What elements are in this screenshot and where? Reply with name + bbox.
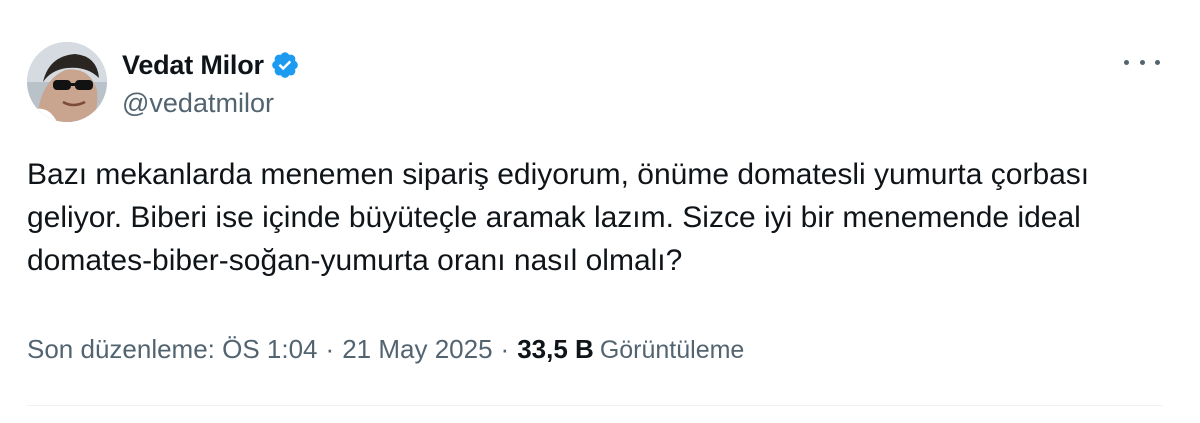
user-handle[interactable]: @vedatmilor [122,88,300,119]
avatar-photo [27,42,107,122]
meta-separator: · [500,334,510,364]
verified-badge-icon[interactable] [270,50,300,80]
views-label: Görüntüleme [599,336,745,364]
views-count: 33,5 B [517,334,594,364]
dot [1155,59,1160,65]
dot [1124,59,1129,65]
edited-timestamp[interactable]: Son düzenleme: ÖS 1:04 [27,334,318,365]
name-row: Vedat Milor [122,46,300,84]
tweet-text: Bazı mekanlarda menemen sipariş ediyorum… [27,158,1090,277]
tweet-header: Vedat Milor @vedatmilor [27,42,300,122]
tweet-meta: Son düzenleme: ÖS 1:04 · 21 May 2025 · 3… [27,334,744,365]
more-options-icon[interactable] [1124,52,1160,72]
tweet-card: Vedat Milor @vedatmilor Bazı mekanlarda … [0,0,1200,423]
meta-separator: · [325,334,335,364]
divider [27,405,1163,406]
avatar[interactable] [27,42,107,122]
tweet-date[interactable]: 21 May 2025 [342,334,492,365]
dot [1139,59,1145,65]
user-info: Vedat Milor @vedatmilor [122,42,300,119]
display-name[interactable]: Vedat Milor [122,50,264,81]
